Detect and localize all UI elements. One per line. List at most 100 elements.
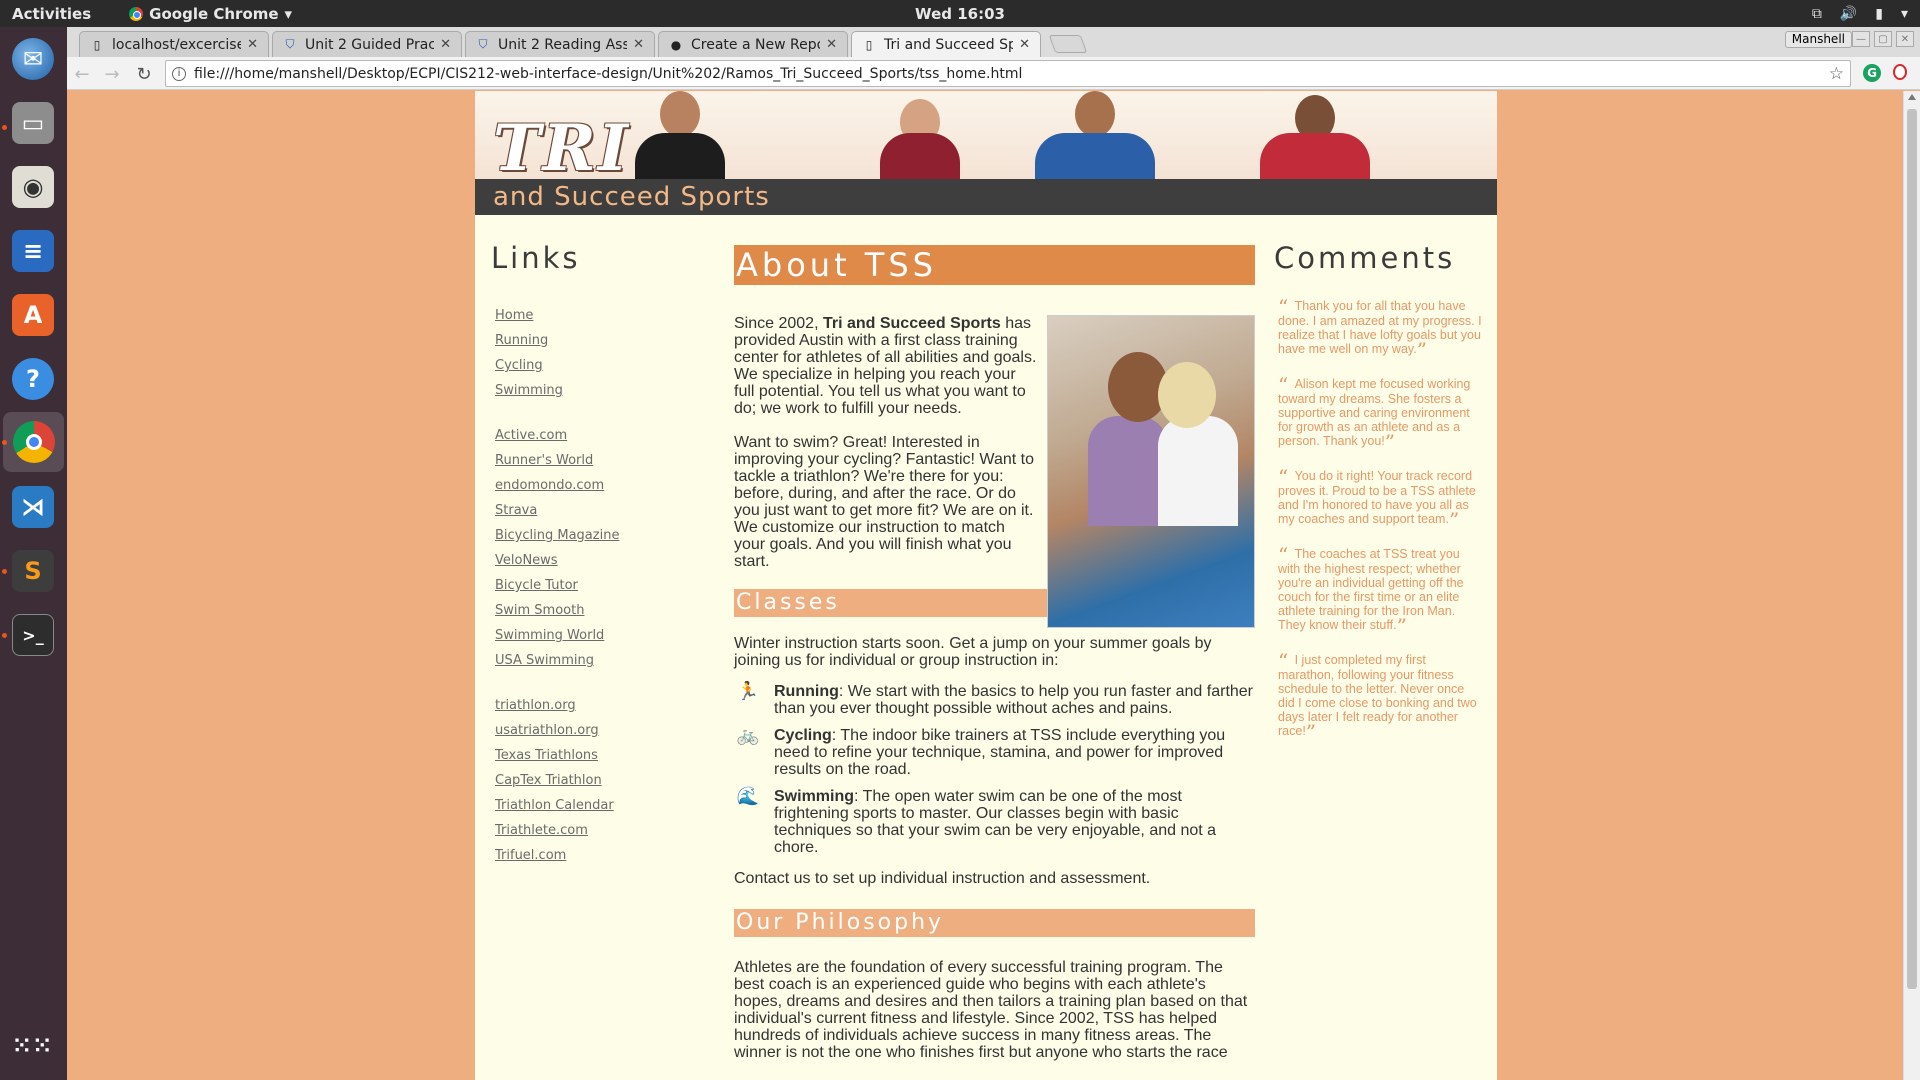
sidebar-link[interactable]: Bicycling Magazine	[495, 528, 619, 543]
sublime-launcher[interactable]: S	[9, 547, 57, 595]
tab-1[interactable]: ▯ localhost/excercise ✕	[79, 31, 269, 57]
window-controls: — ▢ ✕	[1852, 31, 1914, 47]
scroll-up-icon[interactable]	[1908, 94, 1916, 100]
files-launcher[interactable]: ▭	[9, 99, 57, 147]
reload-icon[interactable]: ↻	[133, 63, 155, 85]
sidebar-link[interactable]: CapTex Triathlon	[495, 773, 602, 788]
sidebar-link[interactable]: Runner's World	[495, 453, 593, 468]
chrome-icon	[12, 421, 55, 463]
tab-2[interactable]: ⛉ Unit 2 Guided Pract ✕	[272, 31, 462, 57]
link-item: usatriathlon.org	[495, 718, 691, 743]
link-item: Runner's World	[495, 448, 691, 473]
grammarly-icon[interactable]: G	[1863, 64, 1881, 82]
sidebar-link[interactable]: Active.com	[495, 428, 567, 443]
sidebar-link[interactable]: endomondo.com	[495, 478, 604, 493]
help-launcher[interactable]: ?	[9, 355, 57, 403]
close-quote-icon: ”	[1396, 614, 1407, 638]
info-icon[interactable]: i	[172, 66, 186, 81]
show-applications-button[interactable]: ⁙⁙	[9, 1022, 57, 1070]
sidebar-link[interactable]: Texas Triathlons	[495, 748, 598, 763]
site-logo: TRI	[493, 111, 630, 186]
forward-icon[interactable]: →	[101, 63, 123, 85]
thunderbird-launcher[interactable]: ✉	[9, 35, 57, 83]
app-menu[interactable]: Google Chrome ▾	[129, 5, 292, 23]
system-tray[interactable]: ⧉ 🔊 ▮ ▾	[1812, 6, 1908, 22]
tab-4[interactable]: ● Create a New Repo ✕	[658, 31, 848, 57]
rhythmbox-launcher[interactable]: ◉	[9, 163, 57, 211]
tab-3[interactable]: ⛉ Unit 2 Reading Assi ✕	[465, 31, 655, 57]
link-item: Bicycling Magazine	[495, 523, 691, 548]
about-heading: About TSS	[734, 245, 1255, 285]
tab-title: Create a New Repo	[691, 36, 821, 53]
battery-icon[interactable]: ▮	[1875, 6, 1883, 22]
bookmark-star-icon[interactable]: ☆	[1829, 64, 1844, 84]
comments-sidebar: Comments “ Thank you for all that you ha…	[1274, 241, 1484, 759]
tab-5-active[interactable]: ▯ Tri and Succeed Spo ✕	[851, 31, 1041, 57]
comments-list: “ Thank you for all that you have done. …	[1274, 297, 1484, 742]
maximize-icon[interactable]: ▢	[1874, 31, 1892, 47]
close-icon[interactable]: ✕	[1896, 31, 1914, 47]
women-fitness-photo	[1047, 315, 1255, 628]
tss-page: TRI and Succeed Sports Links Home Running…	[475, 91, 1497, 1080]
link-item: Running	[495, 328, 691, 353]
link-item: Active.com	[495, 423, 691, 448]
page-scrollbar[interactable]	[1903, 91, 1920, 1080]
profile-button[interactable]: Manshell	[1784, 31, 1852, 48]
sidebar-link[interactable]: Swim Smooth	[495, 603, 584, 618]
chevron-down-icon[interactable]: ▾	[1901, 6, 1908, 22]
sidebar-link[interactable]: Swimming World	[495, 628, 604, 643]
link-item: Home	[495, 303, 691, 328]
chrome-launcher[interactable]	[3, 412, 64, 472]
terminal-launcher[interactable]: >_	[9, 611, 57, 659]
address-bar[interactable]: i file:///home/manshell/Desktop/ECPI/CIS…	[165, 60, 1851, 87]
software-launcher[interactable]: A	[9, 291, 57, 339]
opera-icon[interactable]	[1893, 64, 1907, 80]
close-icon[interactable]: ✕	[826, 37, 837, 52]
close-icon[interactable]: ✕	[247, 37, 258, 52]
class-name: Swimming	[774, 788, 855, 805]
sidebar-link[interactable]: USA Swimming	[495, 653, 594, 668]
shield-icon: ⛉	[478, 37, 488, 51]
class-name: Running	[774, 683, 839, 700]
sidebar-link[interactable]: Triathlete.com	[495, 823, 588, 838]
code-icon: ⋊	[12, 486, 54, 528]
activities-button[interactable]: Activities	[12, 5, 91, 23]
athlete-swimmer-image	[635, 91, 725, 179]
sidebar-link[interactable]: Triathlon Calendar	[495, 798, 614, 813]
sidebar-link[interactable]: usatriathlon.org	[495, 723, 599, 738]
close-icon[interactable]: ✕	[1019, 37, 1030, 52]
new-tab-button[interactable]	[1048, 35, 1088, 53]
main-content: About TSS Since 2002, Tri and Succeed Sp…	[734, 245, 1255, 1061]
clock[interactable]: Wed 16:03	[915, 5, 1005, 23]
athlete-cyclist-image	[880, 99, 960, 179]
athlete-sprinter-image	[1260, 95, 1370, 179]
network-icon[interactable]: ⧉	[1812, 6, 1822, 22]
sidebar-link[interactable]: Home	[495, 308, 533, 323]
back-icon[interactable]: ←	[71, 63, 93, 85]
minimize-icon[interactable]: —	[1852, 31, 1870, 47]
help-icon: ?	[12, 358, 54, 400]
url-text[interactable]: file:///home/manshell/Desktop/ECPI/CIS21…	[194, 66, 1022, 82]
sidebar-link[interactable]: Trifuel.com	[495, 848, 566, 863]
class-item: 🚲 Cycling: The indoor bike trainers at TS…	[734, 726, 1255, 779]
sidebar-link[interactable]: VeloNews	[495, 553, 558, 568]
writer-launcher[interactable]: ≡	[9, 227, 57, 275]
sidebar-link[interactable]: Bicycle Tutor	[495, 578, 578, 593]
tab-strip: ▯ localhost/excercise ✕ ⛉ Unit 2 Guided …	[67, 27, 1920, 57]
running-icon: 🏃	[736, 680, 760, 701]
browser-window: ▯ localhost/excercise ✕ ⛉ Unit 2 Guided …	[67, 27, 1920, 1080]
close-icon[interactable]: ✕	[633, 37, 644, 52]
sidebar-link[interactable]: triathlon.org	[495, 698, 576, 713]
sidebar-link[interactable]: Running	[495, 333, 548, 348]
bicycle-icon: 🚲	[736, 724, 760, 745]
vscode-launcher[interactable]: ⋊	[9, 483, 57, 531]
classes-heading: Classes	[734, 589, 1047, 617]
sidebar-link[interactable]: Strava	[495, 503, 537, 518]
close-icon[interactable]: ✕	[440, 37, 451, 52]
sidebar-link[interactable]: Swimming	[495, 383, 563, 398]
scrollbar-thumb[interactable]	[1907, 109, 1917, 989]
sidebar-link[interactable]: Cycling	[495, 358, 543, 373]
comment-item: “ Thank you for all that you have done. …	[1278, 297, 1484, 360]
volume-icon[interactable]: 🔊	[1840, 6, 1857, 22]
tab-title: Tri and Succeed Spo	[884, 36, 1014, 53]
